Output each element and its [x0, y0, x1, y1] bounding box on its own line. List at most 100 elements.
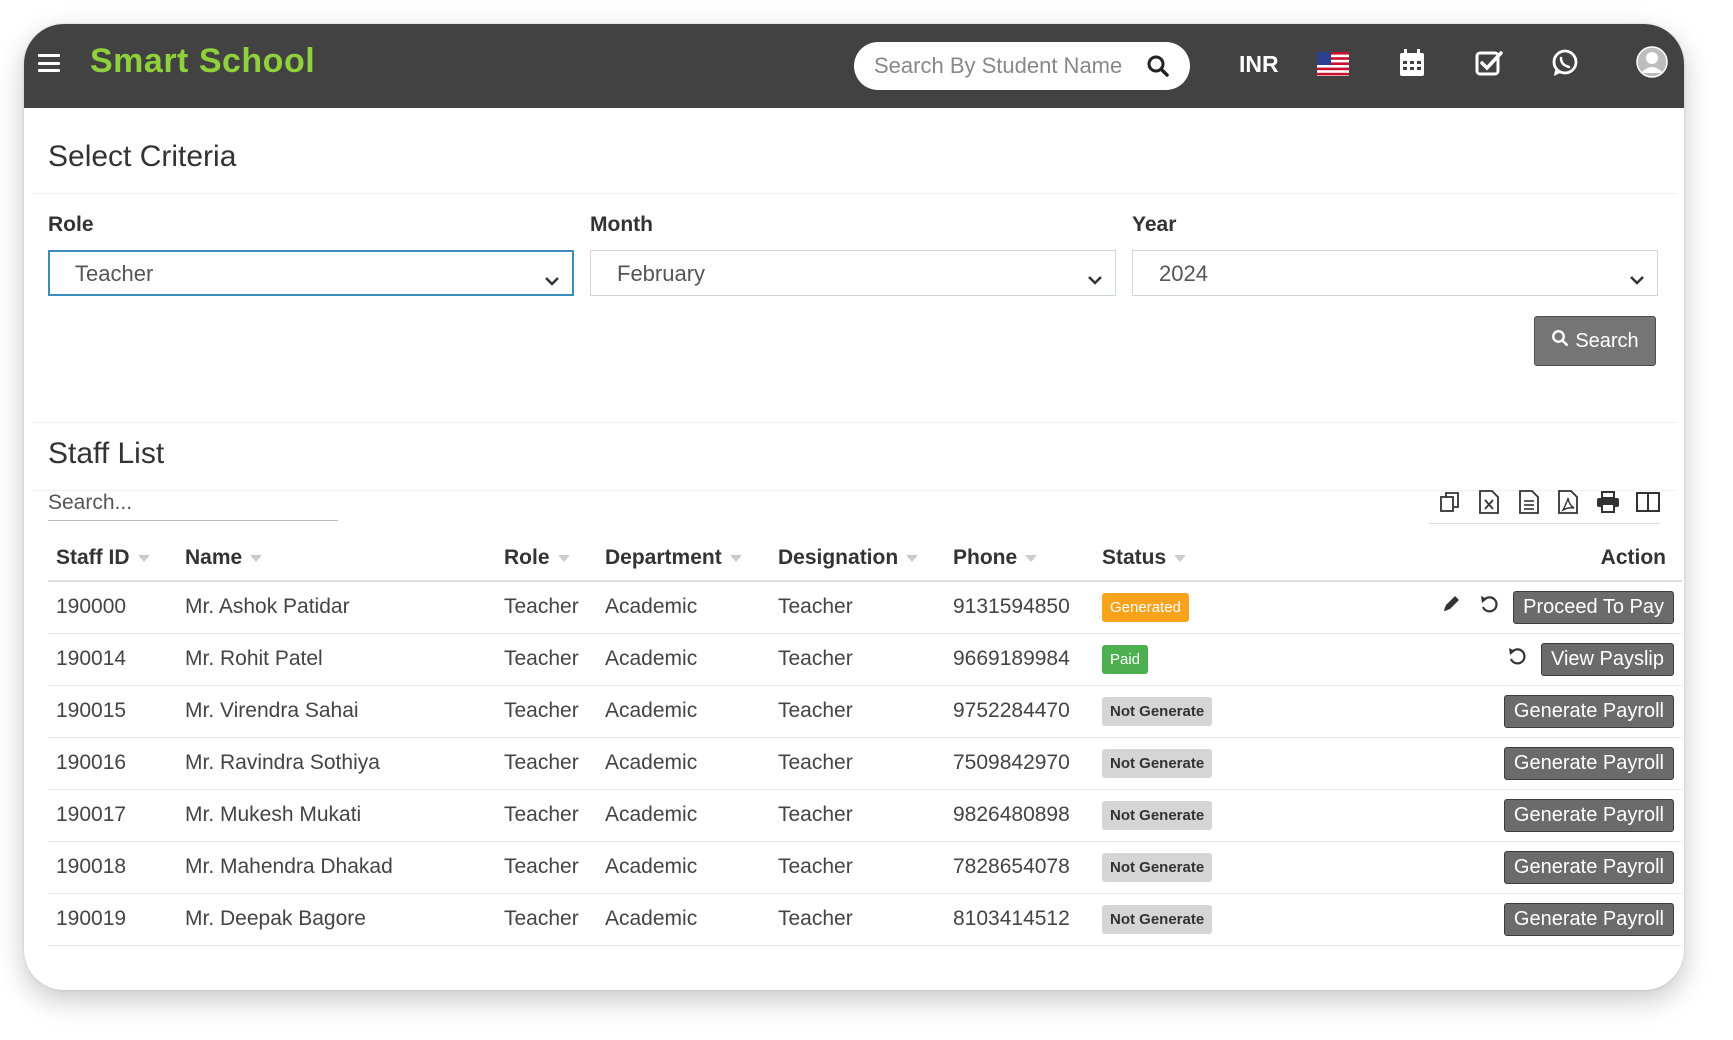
generate-payroll-button[interactable]: Generate Payroll — [1503, 850, 1674, 884]
action-cell: Generate Payroll — [1259, 841, 1682, 894]
student-search-box — [854, 42, 1190, 90]
revert-icon[interactable] — [1507, 646, 1527, 672]
pdf-icon[interactable] — [1556, 488, 1582, 516]
generate-payroll-button[interactable]: Generate Payroll — [1503, 746, 1674, 780]
phone-cell: 9752284470 — [945, 685, 1094, 738]
excel-icon[interactable] — [1477, 488, 1503, 516]
table-row: 190018 Mr. Mahendra Dhakad Teacher Acade… — [48, 841, 1682, 894]
year-select-value: 2024 — [1159, 261, 1208, 286]
table-row: 190019 Mr. Deepak Bagore Teacher Academi… — [48, 893, 1682, 946]
view-payslip-button[interactable]: View Payslip — [1540, 642, 1674, 676]
generate-payroll-button[interactable]: Generate Payroll — [1503, 798, 1674, 832]
status-cell: Not Generate — [1094, 737, 1259, 790]
designation-cell: Teacher — [770, 633, 945, 686]
col-header-designation[interactable]: Designation — [770, 536, 945, 582]
name-cell: Mr. Rohit Patel — [177, 633, 496, 686]
status-cell: Not Generate — [1094, 685, 1259, 738]
checkbox-icon[interactable] — [1474, 48, 1504, 83]
action-cell: Generate Payroll — [1259, 737, 1682, 790]
status-badge: Paid — [1102, 644, 1149, 674]
action-cell: Generate Payroll — [1259, 685, 1682, 738]
role-cell: Teacher — [496, 633, 597, 686]
table-row: 190017 Mr. Mukesh Mukati Teacher Academi… — [48, 789, 1682, 842]
search-icon[interactable] — [1146, 54, 1170, 83]
print-icon[interactable] — [1595, 488, 1621, 516]
select-criteria-title: Select Criteria — [48, 140, 237, 173]
table-row: 190016 Mr. Ravindra Sothiya Teacher Acad… — [48, 737, 1682, 790]
col-header-name[interactable]: Name — [177, 536, 496, 582]
csv-icon[interactable] — [1516, 488, 1542, 516]
menu-icon[interactable] — [38, 54, 60, 72]
col-header-role[interactable]: Role — [496, 536, 597, 582]
copy-icon[interactable] — [1437, 488, 1463, 516]
designation-cell: Teacher — [770, 685, 945, 738]
status-cell: Paid — [1094, 633, 1259, 686]
brand-logo[interactable]: Smart School — [90, 42, 315, 81]
table-row: 190000 Mr. Ashok Patidar Teacher Academi… — [48, 581, 1682, 634]
department-cell: Academic — [597, 685, 770, 738]
col-header-action: Action — [1259, 536, 1682, 582]
role-select[interactable]: Teacher — [48, 250, 574, 296]
name-cell: Mr. Deepak Bagore — [177, 893, 496, 946]
name-cell: Mr. Mahendra Dhakad — [177, 841, 496, 894]
action-cell: Generate Payroll — [1259, 789, 1682, 842]
status-badge: Generated — [1102, 592, 1189, 622]
role-cell: Teacher — [496, 737, 597, 790]
search-button-label: Search — [1575, 329, 1639, 352]
col-header-department[interactable]: Department — [597, 536, 770, 582]
phone-cell: 9131594850 — [945, 581, 1094, 634]
phone-cell: 7509842970 — [945, 737, 1094, 790]
col-header-status[interactable]: Status — [1094, 536, 1259, 582]
role-cell: Teacher — [496, 893, 597, 946]
status-cell: Not Generate — [1094, 841, 1259, 894]
action-cell: View Payslip — [1259, 633, 1682, 686]
top-navbar: Smart School INR — [24, 24, 1684, 108]
role-select-value: Teacher — [75, 261, 154, 286]
app-window: Smart School INR — [24, 24, 1684, 990]
search-button[interactable]: Search — [1534, 316, 1656, 366]
staff-id-cell: 190014 — [48, 633, 177, 686]
whatsapp-icon[interactable] — [1550, 48, 1580, 83]
department-cell: Academic — [597, 737, 770, 790]
department-cell: Academic — [597, 789, 770, 842]
chevron-down-icon — [1629, 266, 1645, 292]
staff-list-title: Staff List — [48, 437, 165, 470]
user-avatar-icon[interactable] — [1636, 46, 1668, 83]
proceed-to-pay-button[interactable]: Proceed To Pay — [1513, 590, 1674, 624]
designation-cell: Teacher — [770, 893, 945, 946]
revert-icon[interactable] — [1479, 594, 1499, 620]
col-header-phone[interactable]: Phone — [945, 536, 1094, 582]
phone-cell: 9826480898 — [945, 789, 1094, 842]
student-search-input[interactable] — [874, 53, 1124, 79]
name-cell: Mr. Ravindra Sothiya — [177, 737, 496, 790]
criteria-divider — [32, 193, 1676, 194]
currency-selector[interactable]: INR — [1239, 51, 1279, 78]
department-cell: Academic — [597, 633, 770, 686]
sort-icon — [137, 554, 150, 562]
month-select[interactable]: February — [590, 250, 1116, 296]
chevron-down-icon — [544, 267, 560, 293]
sort-icon — [557, 554, 570, 562]
year-select[interactable]: 2024 — [1132, 250, 1658, 296]
status-badge: Not Generate — [1102, 904, 1213, 934]
generate-payroll-button[interactable]: Generate Payroll — [1503, 902, 1674, 936]
columns-icon[interactable] — [1635, 488, 1661, 516]
col-header-staff-id[interactable]: Staff ID — [48, 536, 177, 582]
name-cell: Mr. Mukesh Mukati — [177, 789, 496, 842]
action-cell: Proceed To Pay — [1259, 581, 1682, 634]
year-label: Year — [1132, 213, 1177, 236]
sort-icon — [906, 554, 919, 562]
edit-icon[interactable] — [1441, 594, 1461, 620]
sort-icon — [250, 554, 263, 562]
action-cell: Generate Payroll — [1259, 893, 1682, 946]
generate-payroll-button[interactable]: Generate Payroll — [1503, 694, 1674, 728]
staff-table: Staff ID Name Role Department Designatio… — [48, 536, 1682, 946]
status-cell: Not Generate — [1094, 893, 1259, 946]
designation-cell: Teacher — [770, 737, 945, 790]
phone-cell: 8103414512 — [945, 893, 1094, 946]
calendar-icon[interactable] — [1398, 48, 1426, 83]
staff-id-cell: 190016 — [48, 737, 177, 790]
department-cell: Academic — [597, 841, 770, 894]
table-search-input[interactable] — [48, 485, 338, 521]
us-flag-icon[interactable] — [1317, 52, 1349, 81]
